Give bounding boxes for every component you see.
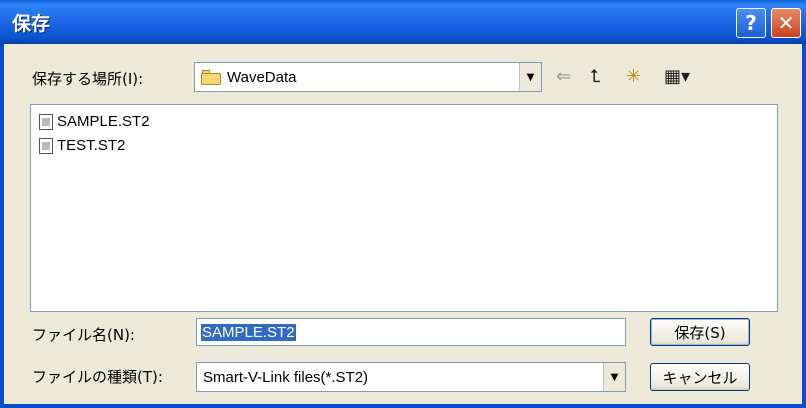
save-button-label: 保存(S): [674, 323, 726, 342]
save-button[interactable]: 保存(S): [650, 318, 750, 346]
filename-input[interactable]: SAMPLE.ST2: [196, 318, 626, 346]
help-icon: ?: [745, 11, 757, 35]
window-title: 保存: [12, 13, 51, 35]
list-item[interactable]: TEST.ST2: [39, 137, 125, 154]
filetype-select[interactable]: Smart-V-Link files(*.ST2) ▼: [196, 362, 626, 392]
save-dialog: 保存 ? ✕ 保存する場所(I): WaveData ▼ ⇐ ⮤ ✳ ▦▾ SA…: [0, 0, 806, 408]
save-location-label: 保存する場所(I):: [32, 70, 144, 88]
chevron-down-icon[interactable]: ▼: [519, 63, 541, 91]
filetype-label: ファイルの種類(T):: [32, 368, 163, 386]
filename-value: SAMPLE.ST2: [201, 323, 296, 341]
folder-icon: [201, 69, 221, 85]
list-item[interactable]: SAMPLE.ST2: [39, 113, 150, 130]
file-name: SAMPLE.ST2: [57, 113, 150, 130]
title-bar[interactable]: 保存 ? ✕: [0, 0, 806, 44]
chevron-down-icon[interactable]: ▼: [603, 363, 625, 391]
save-location-combo[interactable]: WaveData ▼: [194, 62, 542, 92]
up-folder-icon[interactable]: ⮤: [590, 66, 601, 87]
file-icon: [39, 113, 53, 130]
new-folder-icon[interactable]: ✳: [626, 66, 641, 87]
close-icon: ✕: [777, 11, 795, 35]
file-list[interactable]: SAMPLE.ST2 TEST.ST2: [30, 104, 778, 312]
cancel-button[interactable]: キャンセル: [650, 363, 750, 391]
file-name: TEST.ST2: [57, 137, 126, 154]
view-menu-icon[interactable]: ▦▾: [664, 66, 690, 87]
close-button[interactable]: ✕: [771, 8, 801, 38]
cancel-button-label: キャンセル: [662, 368, 738, 387]
filetype-value: Smart-V-Link files(*.ST2): [203, 368, 369, 386]
file-icon: [39, 137, 53, 154]
filename-label: ファイル名(N):: [32, 326, 135, 344]
back-icon[interactable]: ⇐: [556, 66, 571, 87]
help-button[interactable]: ?: [736, 8, 766, 38]
current-folder-name: WaveData: [227, 68, 297, 86]
